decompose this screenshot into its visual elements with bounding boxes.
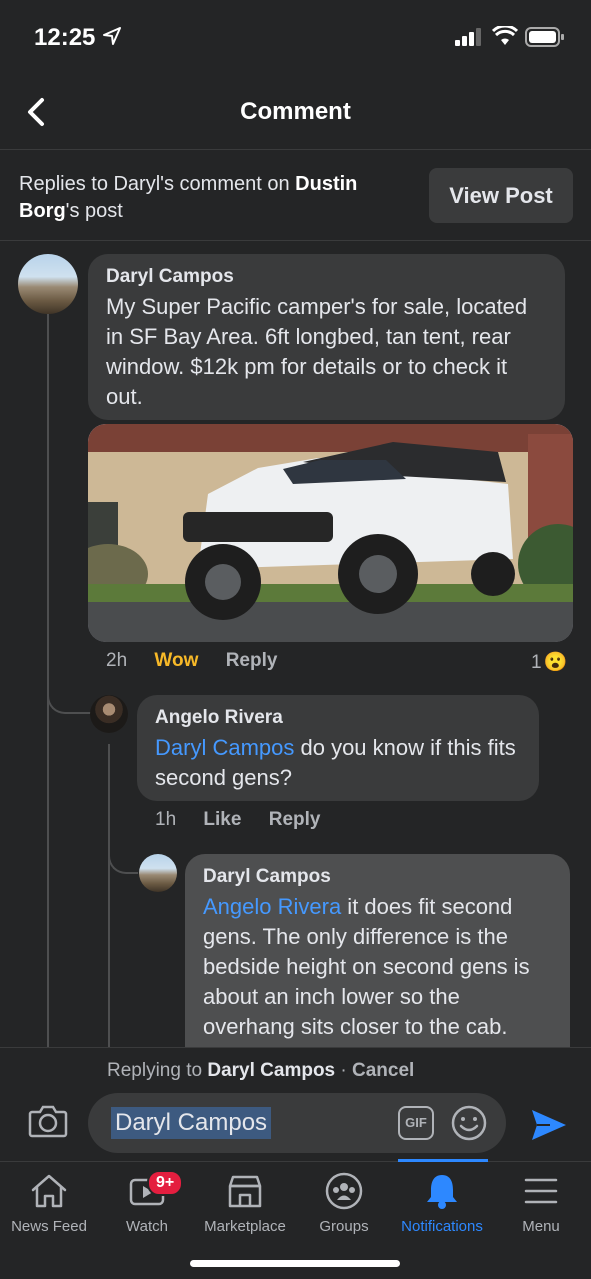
reply-button[interactable]: Reply [269, 809, 321, 830]
tab-label: Menu [522, 1218, 560, 1235]
view-post-button[interactable]: View Post [429, 168, 573, 223]
context-text: Replies to Daryl's comment on Dustin Borg… [19, 171, 409, 225]
tab-groups[interactable]: Groups [294, 1172, 394, 1235]
avatar[interactable] [90, 695, 128, 733]
comment-text: Daryl Campos do you know if this fits se… [155, 733, 521, 793]
comment-actions: 2h Wow Reply [106, 650, 299, 672]
cancel-reply-button[interactable]: Cancel [352, 1060, 414, 1081]
bottom-tab-bar: News Feed 9+ Watch Marketplace Groups No… [0, 1159, 591, 1279]
thread-connector [47, 662, 91, 714]
wifi-icon [492, 26, 518, 45]
tab-notifications[interactable]: Notifications [392, 1172, 492, 1235]
thread-connector [108, 822, 138, 874]
mention-link[interactable]: Angelo Rivera [203, 894, 341, 919]
wow-emoji-icon: 😮 [543, 652, 568, 673]
tab-label: Groups [319, 1218, 369, 1235]
mention-link[interactable]: Daryl Campos [155, 735, 294, 760]
home-icon [31, 1174, 67, 1208]
status-bar: 12:25 [0, 0, 591, 80]
wow-reaction-button[interactable]: Wow [154, 650, 198, 671]
groups-icon [325, 1172, 363, 1210]
battery-icon [525, 27, 564, 47]
tab-news-feed[interactable]: News Feed [0, 1172, 99, 1235]
tab-label: Notifications [401, 1218, 483, 1235]
menu-icon [524, 1178, 558, 1204]
home-indicator [190, 1260, 400, 1267]
comment-bubble[interactable]: Angelo Rivera Daryl Campos do you know i… [137, 695, 539, 801]
comment-author[interactable]: Daryl Campos [203, 866, 552, 888]
gif-button[interactable]: GIF [398, 1106, 434, 1140]
separator: · [335, 1060, 353, 1081]
send-icon[interactable] [530, 1108, 568, 1142]
truck-photo-image [88, 424, 573, 642]
reply-button[interactable]: Reply [226, 650, 278, 671]
cellular-signal-icon [455, 28, 481, 46]
comment-thread[interactable]: Daryl Campos My Super Pacific camper's f… [0, 242, 591, 1047]
active-tab-indicator [398, 1159, 488, 1162]
mention-chip[interactable]: Daryl Campos [111, 1107, 272, 1139]
like-button[interactable]: Like [203, 809, 241, 830]
avatar[interactable] [18, 254, 78, 314]
tab-label: Watch [126, 1218, 168, 1235]
comment-actions: 1h Like Reply [155, 809, 342, 831]
location-arrow-icon [103, 27, 121, 45]
camera-icon[interactable] [28, 1104, 68, 1138]
comment-author[interactable]: Angelo Rivera [155, 707, 521, 729]
comment-bubble[interactable]: Daryl Campos Angelo Rivera it does fit s… [185, 854, 570, 1047]
tab-marketplace[interactable]: Marketplace [195, 1172, 295, 1235]
context-bar: Replies to Daryl's comment on Dustin Borg… [0, 151, 591, 241]
bell-icon [427, 1175, 457, 1209]
context-author-last[interactable]: Borg [19, 200, 66, 222]
tab-menu[interactable]: Menu [491, 1172, 591, 1235]
context-suffix: 's post [65, 200, 123, 222]
comment-text: Angelo Rivera it does fit second gens. T… [203, 892, 552, 1042]
comment-bubble[interactable]: Daryl Campos My Super Pacific camper's f… [88, 254, 565, 420]
replying-prefix: Replying to [107, 1060, 208, 1081]
emoji-icon[interactable] [451, 1105, 487, 1141]
reaction-count[interactable]: 1 😮 [531, 650, 567, 674]
context-author-first[interactable]: Dustin [295, 173, 357, 195]
header: Comment [0, 80, 591, 150]
comment-text: My Super Pacific camper's for sale, loca… [106, 294, 528, 409]
replying-to-name: Daryl Campos [207, 1060, 336, 1081]
tab-watch[interactable]: 9+ Watch [97, 1170, 197, 1235]
reply-composer: Replying to Daryl Campos · Cancel Daryl … [0, 1047, 591, 1161]
notification-badge: 9+ [147, 1170, 184, 1196]
avatar[interactable] [139, 854, 177, 892]
context-prefix: Replies to Daryl's comment on [19, 173, 296, 195]
thread-line [108, 744, 110, 1047]
comment-author[interactable]: Daryl Campos [106, 266, 547, 288]
comment-input[interactable]: Daryl Campos GIF [88, 1093, 506, 1153]
status-time: 12:25 [34, 24, 96, 51]
comment-time: 1h [155, 809, 177, 830]
tab-label: News Feed [11, 1218, 87, 1235]
reaction-count-number: 1 [531, 652, 542, 673]
comment-photo[interactable] [88, 424, 573, 642]
marketplace-icon [228, 1175, 262, 1208]
tab-label: Marketplace [204, 1218, 286, 1235]
replying-to-label: Replying to Daryl Campos · Cancel [107, 1060, 414, 1082]
comment-time: 2h [106, 650, 128, 671]
page-title: Comment [240, 98, 351, 125]
